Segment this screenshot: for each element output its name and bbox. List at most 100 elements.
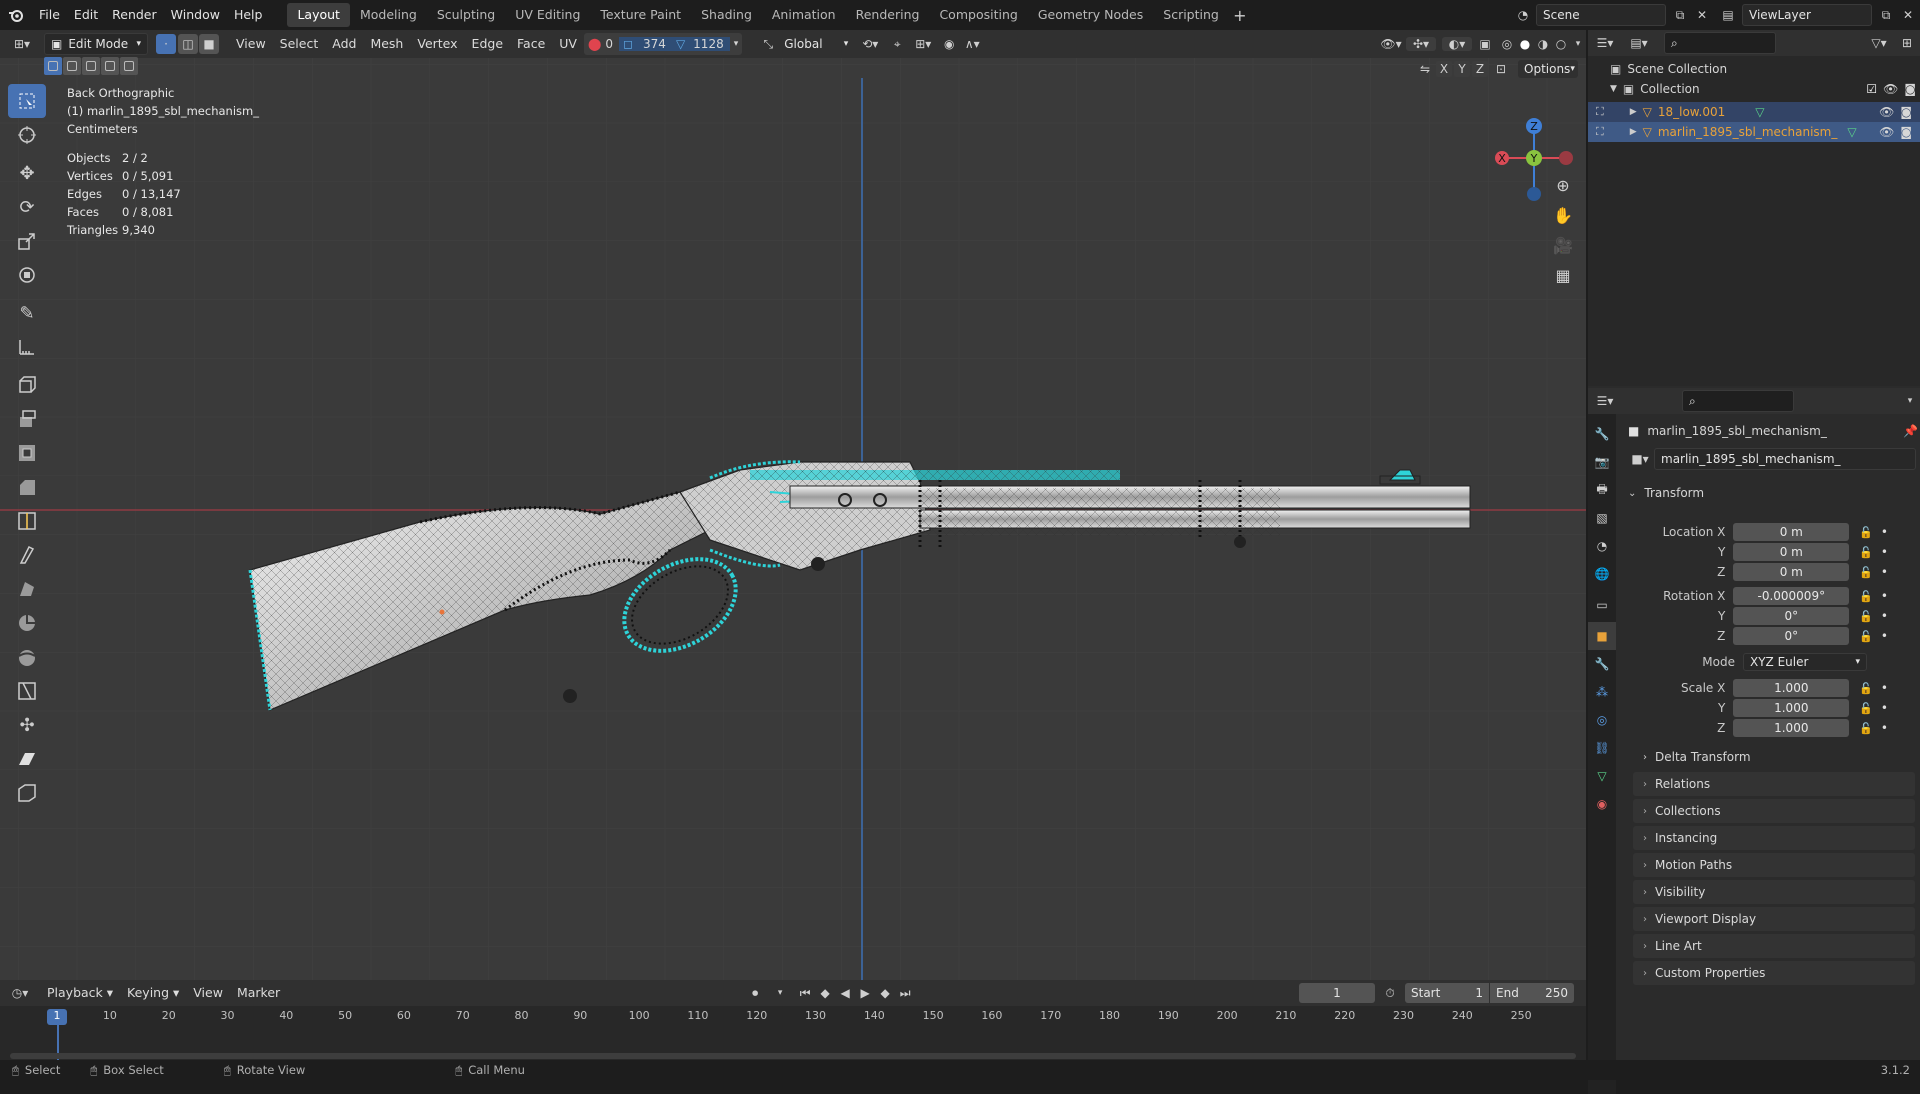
- object-visibility-icon[interactable]: 👁: [1879, 125, 1894, 139]
- shading-material-icon[interactable]: ◑: [1534, 37, 1552, 51]
- shear-tool[interactable]: [8, 742, 46, 776]
- mirror-z-toggle[interactable]: Z: [1472, 61, 1488, 77]
- object-name-field[interactable]: marlin_1895_sbl_mechanism_: [1654, 448, 1916, 470]
- viewlayer-icon[interactable]: ▤: [1714, 8, 1742, 22]
- overlay-toggle-icon[interactable]: ◐▾: [1442, 37, 1472, 51]
- lock-icon[interactable]: 🔓: [1859, 630, 1873, 643]
- menu-edge[interactable]: Edge: [465, 30, 510, 58]
- auto-merge-icon[interactable]: ⊡: [1490, 62, 1512, 76]
- lock-icon[interactable]: 🔓: [1859, 526, 1873, 539]
- tab-texture-paint[interactable]: Texture Paint: [590, 3, 691, 27]
- outliner-search[interactable]: ⌕: [1664, 32, 1776, 54]
- tab-modeling[interactable]: Modeling: [350, 3, 427, 27]
- tab-shading[interactable]: Shading: [691, 3, 762, 27]
- rip-region-tool[interactable]: [8, 776, 46, 810]
- select-intersect-icon[interactable]: [120, 57, 138, 75]
- outliner-display-mode-icon[interactable]: ▤▾: [1622, 36, 1656, 50]
- timeline-body[interactable]: 1 10 20 30 40 50 60 70 80 90 100 110 120 130 140 150 160…: [0, 1006, 1586, 1065]
- lock-icon[interactable]: 🔓: [1859, 610, 1873, 623]
- tab-rendering[interactable]: Rendering: [846, 3, 930, 27]
- timeline-scrollbar[interactable]: [10, 1053, 1576, 1059]
- jump-end-icon[interactable]: ⏭: [895, 986, 915, 1001]
- properties-editor-type-icon[interactable]: ☰▾: [1588, 394, 1622, 408]
- edge-select-icon[interactable]: ◫: [178, 34, 198, 54]
- lock-icon[interactable]: 🔓: [1859, 702, 1873, 715]
- loop-cut-tool[interactable]: [8, 504, 46, 538]
- keyframe-dot-icon[interactable]: •: [1881, 701, 1888, 715]
- proportional-edit-icon[interactable]: ◉: [938, 37, 960, 51]
- counts-dropdown-icon[interactable]: ▾: [730, 39, 743, 49]
- select-new-icon[interactable]: [44, 57, 62, 75]
- rotation-z-field[interactable]: 0°: [1733, 627, 1850, 645]
- new-collection-icon[interactable]: ⊞: [1894, 36, 1920, 50]
- viewport-display-panel[interactable]: › Viewport Display: [1633, 907, 1915, 931]
- keyframe-dot-icon[interactable]: •: [1881, 721, 1888, 735]
- gizmo-neg-x[interactable]: [1559, 151, 1573, 165]
- outliner-object-row-1[interactable]: ⛶ ▶ ▽ 18_low.001 ▽ 👁 ◙: [1588, 102, 1920, 122]
- object-expand-icon[interactable]: ▶: [1630, 127, 1637, 137]
- keyframe-dot-icon[interactable]: •: [1881, 545, 1888, 559]
- properties-options-icon[interactable]: ▾: [1900, 396, 1920, 406]
- scene-selector[interactable]: Scene: [1536, 4, 1666, 26]
- vertex-select-icon[interactable]: ·: [156, 34, 176, 54]
- select-box-tool[interactable]: [8, 84, 46, 118]
- perspective-grid-icon[interactable]: ▦: [1548, 260, 1578, 290]
- lock-icon[interactable]: 🔓: [1859, 546, 1873, 559]
- snap-icon[interactable]: ⌖: [886, 37, 908, 52]
- tab-layout[interactable]: Layout: [287, 3, 350, 27]
- record-options-icon[interactable]: ▾: [765, 988, 795, 998]
- collection-exclude-checkbox[interactable]: ☑: [1866, 82, 1877, 96]
- next-keyframe-icon[interactable]: ◆: [875, 986, 895, 1000]
- location-z-field[interactable]: 0 m: [1733, 563, 1850, 581]
- properties-search[interactable]: ⌕: [1682, 390, 1794, 412]
- inset-tool[interactable]: [8, 436, 46, 470]
- frame-ruler[interactable]: 1 10 20 30 40 50 60 70 80 90 100 110 120 130 140 150 160…: [0, 1006, 1586, 1026]
- location-x-field[interactable]: 0 m: [1733, 523, 1850, 541]
- scene-collection-row[interactable]: ▣ Scene Collection: [1610, 62, 1727, 76]
- play-icon[interactable]: ▶: [855, 986, 875, 1000]
- collections-panel[interactable]: › Collections: [1633, 799, 1915, 823]
- keyframe-dot-icon[interactable]: •: [1881, 565, 1888, 579]
- end-frame-field[interactable]: End 250: [1490, 983, 1574, 1003]
- keyframe-dot-icon[interactable]: •: [1881, 589, 1888, 603]
- transform-collapse-icon[interactable]: ⌄: [1628, 488, 1636, 499]
- data-tab-icon[interactable]: ▽: [1588, 762, 1616, 790]
- menu-render[interactable]: Render: [105, 0, 164, 30]
- shading-rendered-icon[interactable]: ○: [1552, 37, 1570, 51]
- current-frame-field[interactable]: 1: [1299, 983, 1375, 1003]
- rotate-tool[interactable]: ⟳: [8, 190, 46, 224]
- record-icon[interactable]: ⏺: [745, 986, 765, 1001]
- menu-marker[interactable]: Marker: [230, 979, 287, 1007]
- knife-tool[interactable]: [8, 538, 46, 572]
- tab-uv-editing[interactable]: UV Editing: [505, 3, 590, 27]
- edit-mode-toggle-icon[interactable]: ⛶: [1596, 105, 1604, 119]
- delta-transform-panel[interactable]: › Delta Transform: [1643, 746, 1913, 768]
- transform-panel-header[interactable]: ⌄ Transform: [1628, 482, 1918, 504]
- object-render-icon[interactable]: ◙: [1900, 125, 1912, 139]
- menu-keying[interactable]: Keying ▾: [120, 979, 186, 1007]
- add-cube-tool[interactable]: [8, 368, 46, 402]
- scale-x-field[interactable]: 1.000: [1733, 679, 1850, 697]
- viewlayer-copy-icon[interactable]: ⧉: [1876, 8, 1896, 23]
- tab-compositing[interactable]: Compositing: [929, 3, 1027, 27]
- zoom-icon[interactable]: ⊕: [1548, 170, 1578, 200]
- keyframe-dot-icon[interactable]: •: [1881, 525, 1888, 539]
- outliner-filter-icon[interactable]: ▽▾: [1864, 36, 1894, 50]
- gizmo-toggle-icon[interactable]: ✣▾: [1406, 37, 1436, 51]
- menu-select[interactable]: Select: [273, 30, 326, 58]
- menu-timeline-view[interactable]: View: [186, 979, 230, 1007]
- menu-edit[interactable]: Edit: [67, 0, 105, 30]
- instancing-panel[interactable]: › Instancing: [1633, 826, 1915, 850]
- mirror-icon[interactable]: ⇋: [1416, 62, 1434, 76]
- visibility-icon[interactable]: 👁▾: [1376, 37, 1406, 51]
- pivot-icon[interactable]: ⟲▾: [854, 37, 886, 51]
- custom-properties-panel[interactable]: › Custom Properties: [1633, 961, 1915, 985]
- select-subtract-icon[interactable]: [82, 57, 100, 75]
- object-expand-icon[interactable]: ▶: [1630, 107, 1637, 117]
- bevel-tool[interactable]: [8, 470, 46, 504]
- orientation-selector[interactable]: Global ▾: [778, 33, 854, 55]
- 3d-viewport[interactable]: ⊞▾ ▣ Edit Mode ▾ · ◫ ■ View Select Add Mes…: [0, 30, 1586, 980]
- shading-dropdown-icon[interactable]: ▾: [1570, 39, 1586, 49]
- rotation-mode-dropdown[interactable]: XYZ Euler ▾: [1743, 653, 1867, 671]
- collection-row[interactable]: ▼ ▣ Collection ☑ 👁 ◙: [1610, 82, 1916, 96]
